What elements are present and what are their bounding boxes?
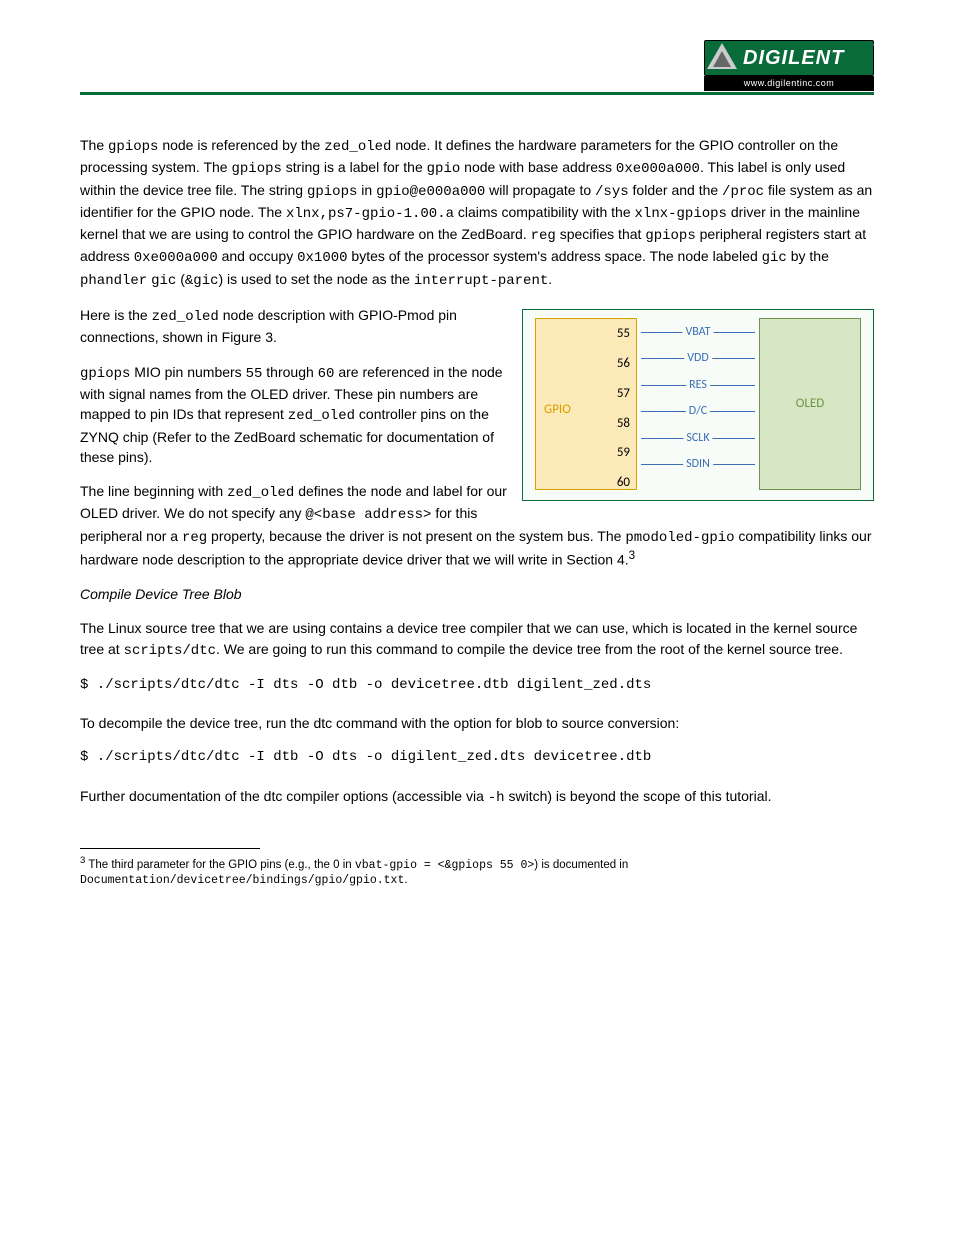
digilent-logo: DIGILENT ® www.digilentinc.com <box>704 40 874 90</box>
registered-mark: ® <box>873 39 881 52</box>
logo-url: www.digilentinc.com <box>704 76 874 91</box>
wire-vdd: VDD <box>684 350 712 367</box>
wire-sclk: SCLK <box>683 430 712 447</box>
paragraph-decompile: To decompile the device tree, run the dt… <box>80 713 874 733</box>
logo-brand: DIGILENT <box>743 44 844 73</box>
wire-sdin: SDIN <box>683 456 713 473</box>
oled-block: OLED <box>759 318 861 490</box>
pin-55: 55 <box>617 325 630 344</box>
footnote-ref-3: 3 <box>629 549 635 562</box>
heading-compile-dtb: Compile Device Tree Blob <box>80 584 874 604</box>
wire-dc: D/C <box>686 403 710 420</box>
pin-59: 59 <box>617 444 630 463</box>
paragraph-gpiops-intro: The gpiops node is referenced by the zed… <box>80 135 874 291</box>
wire-vbat: VBAT <box>682 324 713 341</box>
paragraph-dtc-intro: The Linux source tree that we are using … <box>80 618 874 661</box>
pin-58: 58 <box>617 415 630 434</box>
footnote-separator <box>80 848 260 849</box>
paragraph-dtc-more: Further documentation of the dtc compile… <box>80 786 874 808</box>
gpio-block: GPIO 55 56 57 58 59 60 <box>535 318 637 490</box>
page-header: DIGILENT ® www.digilentinc.com <box>80 40 874 95</box>
figure-gpio-oled: GPIO 55 56 57 58 59 60 VBAT VDD <box>522 309 874 501</box>
pin-56: 56 <box>617 355 630 374</box>
wire-res: RES <box>686 377 710 394</box>
footnote-3: 3 The third parameter for the GPIO pins … <box>80 855 874 889</box>
pin-60: 60 <box>617 474 630 493</box>
pin-57: 57 <box>617 385 630 404</box>
command-decompile: $ ./scripts/dtc/dtc -I dtb -O dts -o dig… <box>80 747 874 767</box>
command-compile: $ ./scripts/dtc/dtc -I dts -O dtb -o dev… <box>80 675 874 695</box>
